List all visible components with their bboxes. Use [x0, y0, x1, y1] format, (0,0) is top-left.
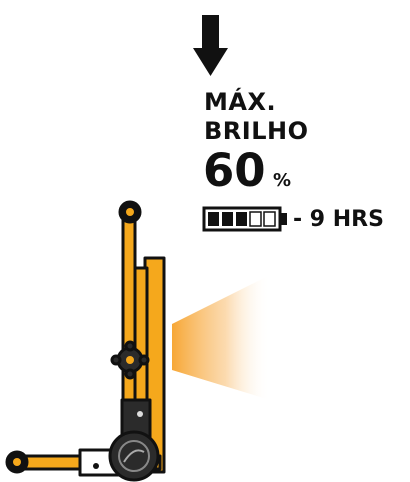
down-arrow-icon	[193, 15, 228, 76]
battery-segments	[208, 211, 276, 227]
work-light-device	[5, 200, 166, 482]
battery-segment-empty	[249, 211, 262, 227]
brightness-unit: %	[273, 170, 292, 191]
battery-icon	[202, 206, 287, 232]
illustration	[5, 15, 287, 482]
battery-segment-filled	[236, 212, 247, 226]
mode-label-line1: MÁX.	[204, 88, 277, 116]
battery-segment-filled	[208, 212, 219, 226]
runtime-label: - 9 HRS	[293, 207, 384, 232]
mode-label-line2: BRILHO	[204, 117, 309, 145]
battery-segment-empty	[263, 211, 276, 227]
light-beam	[172, 275, 270, 400]
battery-segment-filled	[222, 212, 233, 226]
brightness-value: 60	[203, 144, 266, 197]
